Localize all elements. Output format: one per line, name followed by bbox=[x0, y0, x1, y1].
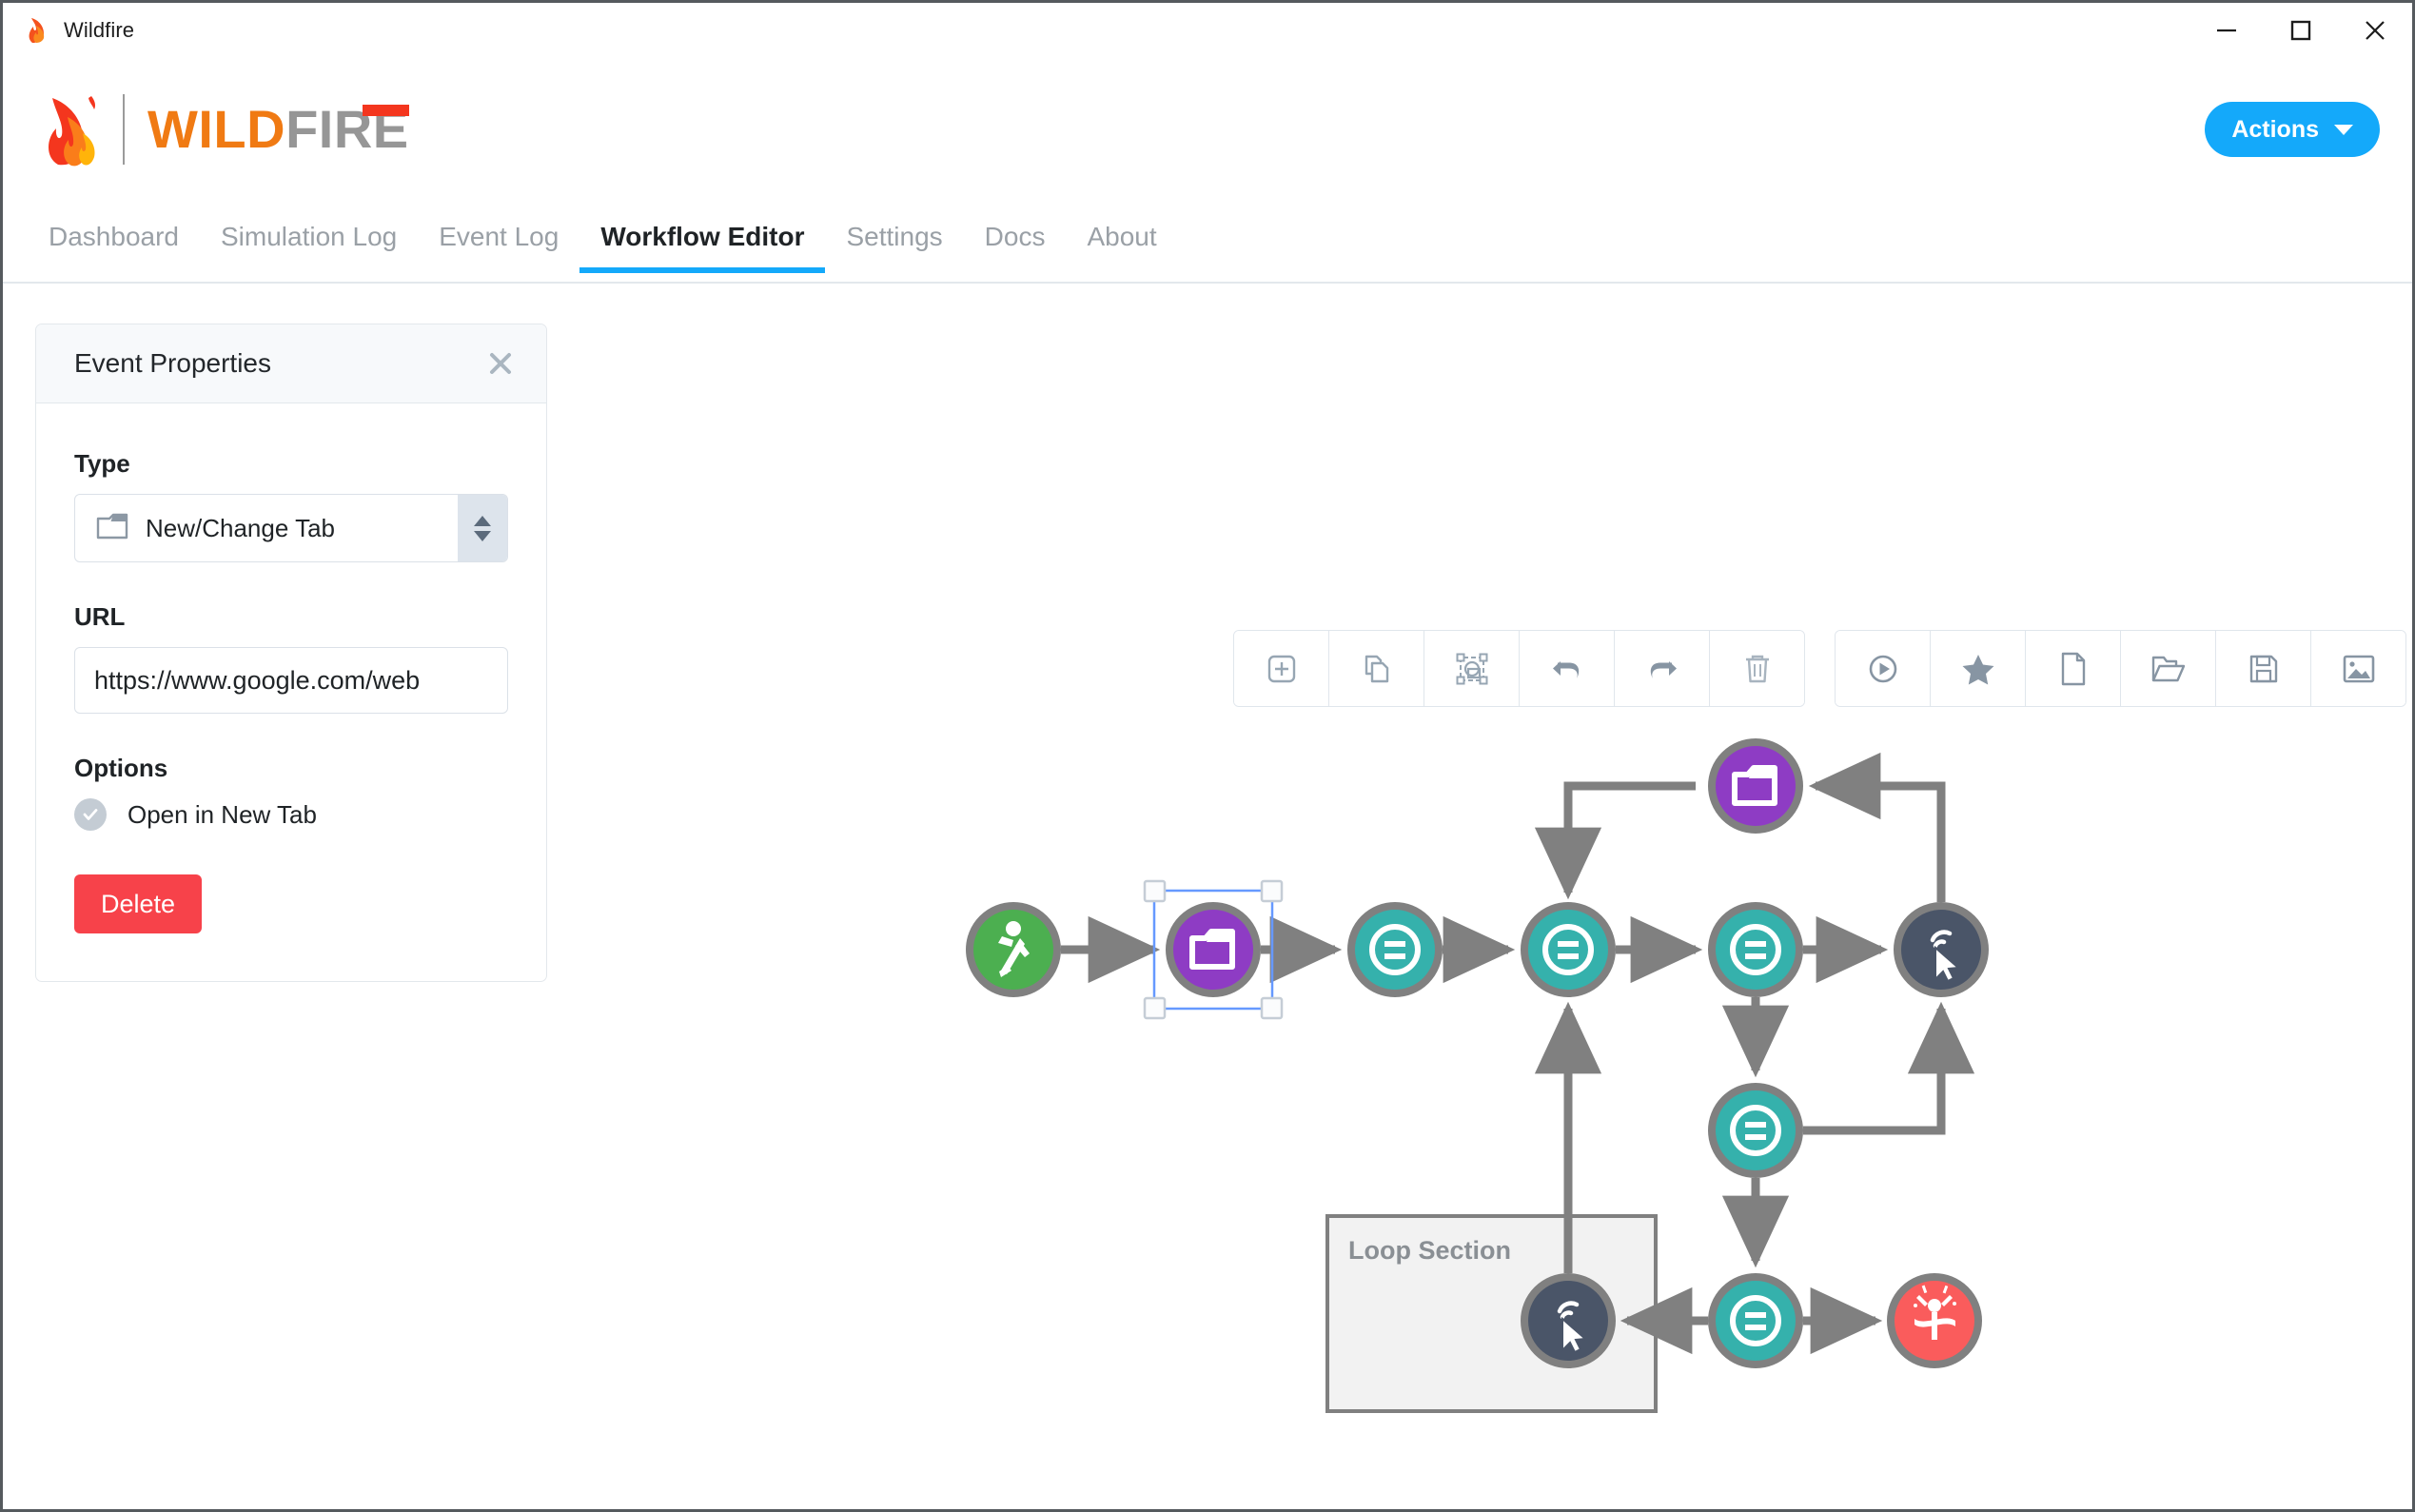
minimize-icon[interactable] bbox=[2189, 3, 2264, 57]
node-condition-4[interactable] bbox=[1708, 1083, 1803, 1178]
brand-wordmark: WILD FIRE bbox=[147, 103, 409, 156]
brand-wordmark-wild: WILD bbox=[147, 99, 286, 159]
edge-click1-tab2 bbox=[1808, 752, 1946, 902]
workflow-canvas[interactable]: Loop Section bbox=[3, 284, 2412, 1509]
node-click-2[interactable] bbox=[1521, 1273, 1616, 1368]
nav-tabs: Dashboard Simulation Log Event Log Workf… bbox=[3, 201, 2412, 284]
node-tab2[interactable] bbox=[1708, 738, 1803, 834]
loop-section-label: Loop Section bbox=[1348, 1236, 1511, 1265]
tab-settings[interactable]: Settings bbox=[825, 201, 963, 271]
tab-about[interactable]: About bbox=[1066, 201, 1177, 271]
brand-header: WILD FIRE Actions bbox=[3, 58, 2412, 201]
workflow-graph[interactable]: Loop Section bbox=[3, 284, 2415, 1473]
window-controls bbox=[2189, 3, 2412, 57]
maximize-icon[interactable] bbox=[2264, 3, 2338, 57]
node-condition-5[interactable] bbox=[1708, 1273, 1803, 1368]
brand-wordmark-fire: FIRE bbox=[285, 99, 409, 159]
edge-cond4-click1 bbox=[1803, 1001, 1975, 1135]
chevron-down-icon bbox=[2334, 124, 2353, 135]
actions-button-label: Actions bbox=[2231, 115, 2319, 143]
node-click-1[interactable] bbox=[1894, 902, 1989, 997]
app-window: Wildfire WILD FIRE Actions Dashboard Sim… bbox=[0, 0, 2415, 1512]
window-title: Wildfire bbox=[64, 17, 135, 42]
brand-accent-bar bbox=[362, 105, 409, 116]
brand-divider bbox=[123, 94, 125, 165]
tab-docs[interactable]: Docs bbox=[964, 201, 1067, 271]
wildfire-flame-logo bbox=[39, 92, 111, 167]
node-condition-2[interactable] bbox=[1521, 902, 1616, 997]
node-end[interactable] bbox=[1887, 1273, 1982, 1368]
node-start[interactable] bbox=[966, 902, 1061, 997]
title-bar: Wildfire bbox=[3, 3, 2412, 58]
tab-dashboard[interactable]: Dashboard bbox=[28, 201, 200, 271]
node-condition-3[interactable] bbox=[1708, 902, 1803, 997]
node-condition-1[interactable] bbox=[1347, 902, 1443, 997]
close-icon[interactable] bbox=[2338, 3, 2412, 57]
tab-event-log[interactable]: Event Log bbox=[418, 201, 579, 271]
actions-button[interactable]: Actions bbox=[2205, 102, 2380, 157]
main-content: Event Properties Type New/Change Tab URL… bbox=[3, 284, 2412, 1509]
brand-logo: WILD FIRE bbox=[39, 92, 409, 167]
tab-simulation-log[interactable]: Simulation Log bbox=[200, 201, 418, 271]
title-bar-left: Wildfire bbox=[3, 17, 134, 44]
wildfire-flame-icon bbox=[24, 17, 50, 44]
edge-tab2-cond2 bbox=[1534, 781, 1696, 900]
tab-workflow-editor[interactable]: Workflow Editor bbox=[579, 201, 826, 273]
